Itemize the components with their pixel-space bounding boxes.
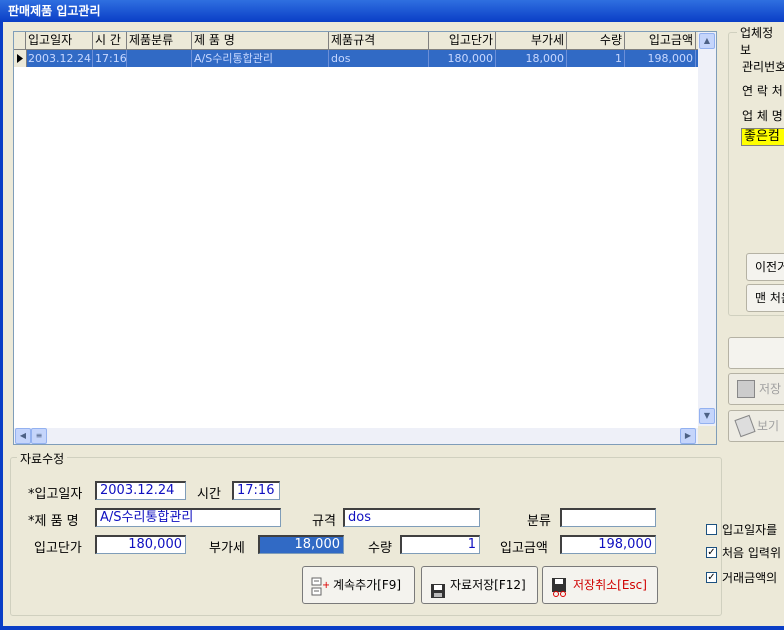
col-spec-header[interactable]: 제품규격 (329, 32, 429, 49)
company-info-title: 업체정보 (737, 24, 784, 58)
prev-transaction-button[interactable]: 이전거래 (746, 253, 784, 281)
unit-price-input[interactable]: 180,000 (95, 535, 186, 554)
cancel-save-button[interactable]: 저장취소[Esc] (542, 566, 658, 604)
opt1-checkbox[interactable] (706, 524, 717, 535)
category-input[interactable] (560, 508, 656, 527)
company-name-label: 업 체 명 (742, 109, 783, 123)
add-list-icon: + (311, 575, 330, 596)
scroll-right-icon[interactable]: ▶ (680, 428, 696, 444)
opt2-label: 처음 입력위 (722, 546, 782, 560)
category-label: 분류 (527, 514, 551, 529)
scroll-left-icon[interactable]: ◀ (15, 428, 31, 444)
continue-add-label: 계속추가[F9] (333, 578, 402, 592)
save-data-button[interactable]: 자료저장[F12] (421, 566, 538, 604)
opt3-label: 거래금액의 (722, 571, 778, 585)
time-label: 시간 (197, 487, 221, 502)
col-vat-header[interactable]: 부가세 (496, 32, 567, 49)
time-input[interactable]: 17:16 (232, 481, 280, 500)
floppy-disk-icon (430, 577, 446, 598)
cell-time[interactable]: 17:16 (93, 50, 127, 67)
table-row[interactable]: 2003.12.24 17:16 A/S수리통합관리 dos 180,000 1… (14, 50, 698, 67)
row-indicator-header (14, 32, 26, 49)
col-unit-price-header[interactable]: 입고단가 (429, 32, 496, 49)
vat-label: 부가세 (209, 541, 245, 556)
date-input[interactable]: 2003.12.24 (95, 481, 186, 500)
vat-input[interactable]: 18,000 (258, 535, 344, 554)
contact-label: 연 락 처 (742, 84, 783, 98)
opt1-label: 입고일자를 (722, 523, 778, 537)
qty-label: 수량 (368, 541, 392, 556)
cell-spec[interactable]: dos (329, 50, 429, 67)
col-date-header[interactable]: 입고일자 (26, 32, 93, 49)
cell-unit-price[interactable]: 180,000 (429, 50, 496, 67)
col-qty-header[interactable]: 수량 (567, 32, 625, 49)
amount-input[interactable]: 198,000 (560, 535, 656, 554)
scroll-up-icon[interactable]: ▲ (699, 33, 715, 49)
qty-input[interactable]: 1 (400, 535, 480, 554)
window-frame-left (0, 22, 3, 630)
cell-vat[interactable]: 18,000 (496, 50, 567, 67)
scroll-down-icon[interactable]: ▼ (699, 408, 715, 424)
disk-icon (737, 380, 755, 398)
right-view-button[interactable]: 보기 (728, 410, 784, 442)
scroll-corner (698, 426, 716, 444)
save-data-label: 자료저장[F12] (450, 578, 526, 592)
product-name-label: *제 품 명 (28, 514, 79, 529)
vertical-scrollbar[interactable]: ▲ ▼ (698, 32, 716, 426)
window-frame-bottom (0, 626, 784, 630)
disk-cancel-icon (551, 575, 569, 597)
continue-add-button[interactable]: + 계속추가[F9] (302, 566, 415, 604)
right-save-button[interactable]: 저장 (728, 373, 784, 405)
cell-date[interactable]: 2003.12.24 (26, 50, 93, 67)
date-label: *입고일자 (28, 487, 83, 502)
document-icon (734, 414, 756, 438)
product-name-input[interactable]: A/S수리통합관리 (95, 508, 281, 527)
right-view-label: 보기 (757, 419, 780, 433)
col-time-header[interactable]: 시 간 (93, 32, 127, 49)
opt3-checkbox[interactable]: ✓ (706, 572, 717, 583)
horizontal-scrollbar[interactable]: ◀ ≡ ▶ (14, 428, 698, 444)
col-name-header[interactable]: 제 품 명 (192, 32, 329, 49)
col-amount-header[interactable]: 입고금액 (625, 32, 696, 49)
mgmt-no-label: 관리번호 (742, 60, 784, 74)
blank-panel-button[interactable] (728, 337, 784, 369)
opt2-checkbox[interactable]: ✓ (706, 547, 717, 558)
right-save-label: 저장 (759, 382, 782, 396)
grid-header: 입고일자 시 간 제품분류 제 품 명 제품규격 입고단가 부가세 수량 입고금… (14, 32, 698, 50)
window-title: 판매제품 입고관리 (0, 0, 784, 22)
stock-in-grid[interactable]: 입고일자 시 간 제품분류 제 품 명 제품규격 입고단가 부가세 수량 입고금… (13, 31, 717, 445)
cell-amount[interactable]: 198,000 (625, 50, 696, 67)
spec-label: 규격 (312, 514, 336, 529)
cell-qty[interactable]: 1 (567, 50, 625, 67)
cell-name[interactable]: A/S수리통합관리 (192, 50, 329, 67)
unit-price-label: 입고단가 (34, 541, 82, 556)
amount-label: 입고금액 (500, 541, 548, 556)
cell-category[interactable] (127, 50, 192, 67)
cancel-save-label: 저장취소[Esc] (573, 578, 647, 592)
company-name-value: 좋은컴 (741, 128, 784, 146)
scroll-thumb[interactable]: ≡ (31, 428, 47, 444)
svg-text:+: + (322, 580, 329, 591)
edit-group-title: 자료수정 (17, 450, 68, 467)
first-record-button[interactable]: 맨 처음 (746, 284, 784, 312)
spec-input[interactable]: dos (343, 508, 480, 527)
col-category-header[interactable]: 제품분류 (127, 32, 192, 49)
